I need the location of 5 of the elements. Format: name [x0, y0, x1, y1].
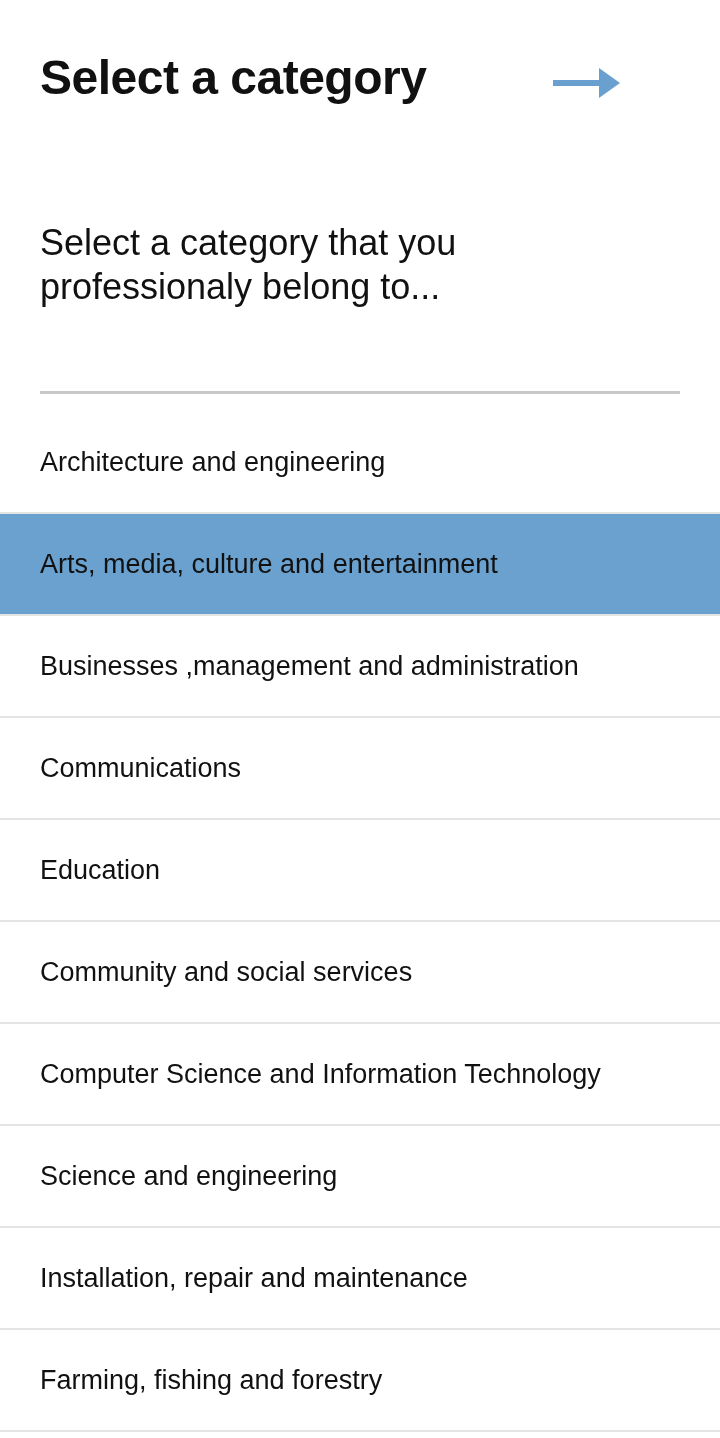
prompt-text: Select a category that you professionaly belong to... — [40, 221, 458, 309]
arrow-right-icon — [553, 68, 620, 98]
category-item[interactable]: Arts, media, culture and entertainment — [0, 514, 720, 616]
page-title: Select a category — [40, 50, 427, 106]
next-button[interactable] — [553, 68, 620, 98]
